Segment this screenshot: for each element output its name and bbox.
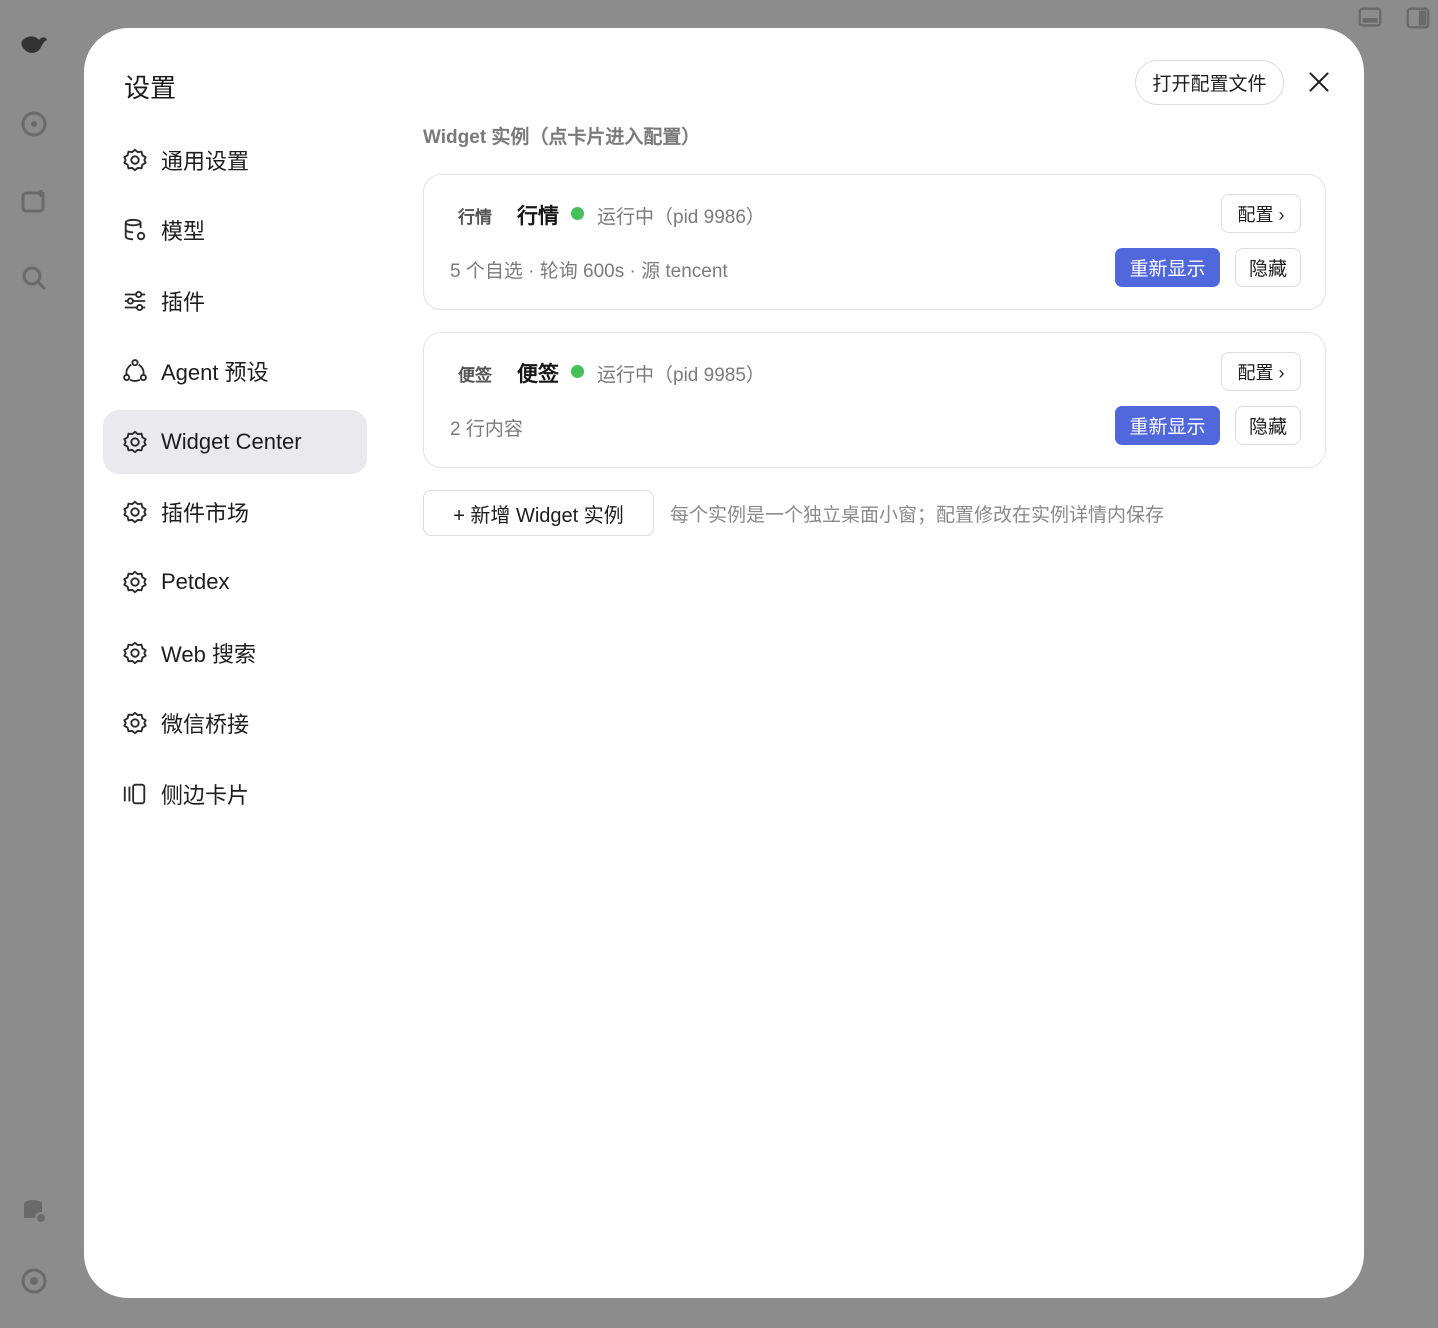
widget-center-content: Widget 实例（点卡片进入配置） 行情 行情 运行中（pid 9986） 5… xyxy=(423,122,1327,536)
widget-description: 5 个自选 · 轮询 600s · 源 tencent xyxy=(450,261,728,282)
gear-icon xyxy=(121,568,149,596)
nav-item-label: 模型 xyxy=(161,219,206,245)
widget-name: 行情 xyxy=(517,205,559,228)
nav-item-label: Petdex xyxy=(161,569,230,595)
section-title: Widget 实例（点卡片进入配置） xyxy=(423,127,701,148)
agent-cycle-icon xyxy=(121,357,149,385)
nav-item-plugin-market[interactable]: 插件市场 xyxy=(103,480,367,544)
nav-item-petdex[interactable]: Petdex xyxy=(103,550,367,614)
add-widget-hint: 每个实例是一个独立桌面小窗；配置修改在实例详情内保存 xyxy=(670,505,1165,526)
nav-item-label: Agent 预设 xyxy=(161,360,269,386)
nav-item-agent-presets[interactable]: Agent 预设 xyxy=(103,339,367,403)
nav-item-label: 插件 xyxy=(161,289,206,315)
gear-icon xyxy=(121,709,149,737)
search-icon xyxy=(16,260,52,296)
database-icon xyxy=(16,1193,52,1229)
gear-icon xyxy=(121,428,149,456)
nav-item-label: Widget Center xyxy=(161,428,302,454)
modal-title: 设置 xyxy=(124,73,177,103)
widget-type-tag: 便签 xyxy=(458,366,492,385)
hide-button[interactable]: 隐藏 xyxy=(1235,248,1301,287)
widget-card-notes[interactable]: 便签 便签 运行中（pid 9985） 2 行内容 配置 › 重新显示 隐藏 xyxy=(423,332,1326,468)
nav-item-label: 通用设置 xyxy=(161,149,250,174)
reshow-button[interactable]: 重新显示 xyxy=(1115,406,1220,445)
nav-item-label: 插件市场 xyxy=(161,500,250,526)
settings-icon xyxy=(16,1263,52,1299)
nav-item-label: Web 搜索 xyxy=(161,641,256,667)
sliders-icon xyxy=(121,287,149,315)
settings-modal: 设置 打开配置文件 通用设置 模型 插件 Agent 预设 Widget Cen… xyxy=(84,28,1364,1298)
status-running-dot xyxy=(571,207,584,220)
panel-icon xyxy=(1356,4,1384,32)
sidebar-toggle-icon xyxy=(1404,4,1432,32)
widget-name: 便签 xyxy=(517,363,559,386)
configure-button[interactable]: 配置 › xyxy=(1221,352,1301,391)
nav-item-plugins[interactable]: 插件 xyxy=(103,269,367,333)
gear-icon xyxy=(121,639,149,667)
gear-icon xyxy=(121,498,149,526)
nav-item-side-cards[interactable]: 侧边卡片 xyxy=(103,762,367,826)
nav-item-general[interactable]: 通用设置 xyxy=(103,128,367,192)
nav-item-web-search[interactable]: Web 搜索 xyxy=(103,621,367,685)
nav-item-label: 侧边卡片 xyxy=(161,782,250,808)
reshow-button[interactable]: 重新显示 xyxy=(1115,248,1220,287)
app-logo-icon xyxy=(16,28,52,64)
widget-status: 运行中（pid 9986） xyxy=(597,207,765,228)
nav-item-label: 微信桥接 xyxy=(161,712,250,738)
add-circle-icon xyxy=(16,106,52,142)
settings-nav: 通用设置 模型 插件 Agent 预设 Widget Center 插件市场 P… xyxy=(103,128,367,832)
nav-item-models[interactable]: 模型 xyxy=(103,198,367,262)
gear-icon xyxy=(121,146,149,174)
open-config-file-button[interactable]: 打开配置文件 xyxy=(1135,60,1284,105)
status-bar-blurred xyxy=(210,1296,1320,1320)
configure-button[interactable]: 配置 › xyxy=(1221,194,1301,233)
close-icon[interactable] xyxy=(1305,68,1333,96)
widget-card-market[interactable]: 行情 行情 运行中（pid 9986） 5 个自选 · 轮询 600s · 源 … xyxy=(423,174,1326,310)
app-rail xyxy=(0,0,68,1328)
hide-button[interactable]: 隐藏 xyxy=(1235,406,1301,445)
nav-item-widget-center[interactable]: Widget Center xyxy=(103,409,367,474)
add-widget-row: + 新增 Widget 实例 每个实例是一个独立桌面小窗；配置修改在实例详情内保… xyxy=(423,490,1327,536)
database-gear-icon xyxy=(121,216,149,244)
widget-status: 运行中（pid 9985） xyxy=(597,365,765,386)
status-running-dot xyxy=(571,365,584,378)
new-chat-icon xyxy=(16,184,52,220)
nav-item-wechat-bridge[interactable]: 微信桥接 xyxy=(103,691,367,755)
add-widget-instance-button[interactable]: + 新增 Widget 实例 xyxy=(423,490,654,536)
widget-type-tag: 行情 xyxy=(458,208,492,227)
side-cards-icon xyxy=(121,780,149,808)
widget-description: 2 行内容 xyxy=(450,419,523,440)
